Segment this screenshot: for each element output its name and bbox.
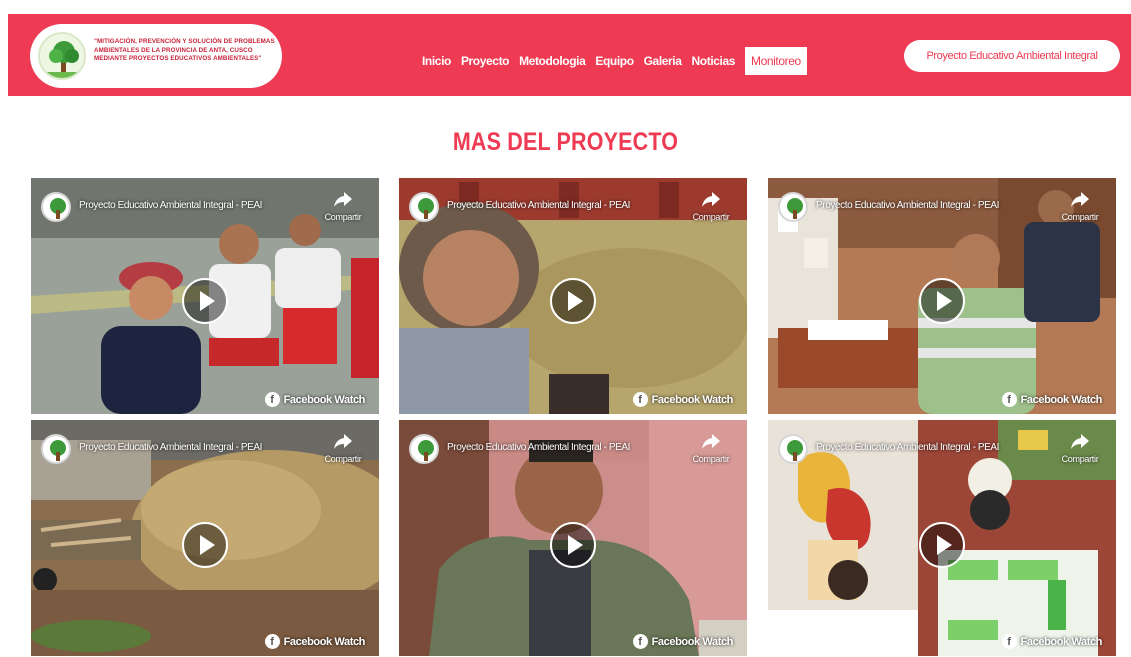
video-card[interactable]: Proyecto Educativo Ambiental Integral - … <box>768 178 1116 414</box>
play-button[interactable] <box>182 278 228 324</box>
facebook-watch-label: Facebook Watch <box>283 393 366 406</box>
share-button[interactable]: Compartir <box>319 432 367 464</box>
play-button[interactable] <box>550 522 596 568</box>
video-card[interactable]: Proyecto Educativo Ambiental Integral - … <box>768 420 1116 656</box>
site-logo[interactable]: "MITIGACIÓN, PREVENCIÓN Y SOLUCIÓN DE PR… <box>30 24 282 88</box>
facebook-watch-label: Facebook Watch <box>283 635 366 648</box>
share-arrow-icon <box>334 192 352 207</box>
video-card[interactable]: Proyecto Educativo Ambiental Integral - … <box>399 420 747 656</box>
page-name-link[interactable]: Proyecto Educativo Ambiental Integral - … <box>79 200 262 211</box>
page-avatar-icon[interactable] <box>778 434 808 464</box>
share-label: Compartir <box>324 454 362 464</box>
brand-pill-button[interactable]: Proyecto Educativo Ambiental Integral <box>904 40 1120 72</box>
logo-title: "MITIGACIÓN, PREVENCIÓN Y SOLUCIÓN DE PR… <box>94 38 275 62</box>
share-button[interactable]: Compartir <box>319 190 367 222</box>
share-arrow-icon <box>334 434 352 449</box>
page-name-link[interactable]: Proyecto Educativo Ambiental Integral - … <box>816 200 999 211</box>
page-avatar-icon[interactable] <box>409 434 439 464</box>
share-label: Compartir <box>1061 212 1099 222</box>
share-button[interactable]: Compartir <box>687 432 735 464</box>
share-arrow-icon <box>1071 192 1089 207</box>
nav-item-proyecto[interactable]: Proyecto <box>461 47 510 75</box>
video-card[interactable]: Proyecto Educativo Ambiental Integral - … <box>31 420 379 656</box>
facebook-icon: f <box>264 392 280 407</box>
nav-item-metodologia[interactable]: Metodologia <box>519 47 586 75</box>
play-button[interactable] <box>550 278 596 324</box>
play-button[interactable] <box>919 278 965 324</box>
share-button[interactable]: Compartir <box>1056 190 1104 222</box>
facebook-watch-link[interactable]: f Facebook Watch <box>1001 634 1103 649</box>
page-avatar-icon[interactable] <box>778 192 808 222</box>
facebook-watch-link[interactable]: f Facebook Watch <box>632 634 734 649</box>
main-nav: Inicio Proyecto Metodologia Equipo Galer… <box>422 47 817 75</box>
facebook-watch-link[interactable]: f Facebook Watch <box>264 634 366 649</box>
play-button[interactable] <box>919 522 965 568</box>
share-arrow-icon <box>702 192 720 207</box>
share-label: Compartir <box>324 212 362 222</box>
nav-item-monitoreo[interactable]: Monitoreo <box>745 47 807 75</box>
page-name-link[interactable]: Proyecto Educativo Ambiental Integral - … <box>447 200 630 211</box>
page-name-link[interactable]: Proyecto Educativo Ambiental Integral - … <box>816 442 999 453</box>
section-title: MAS DEL PROYECTO <box>452 128 679 156</box>
play-button[interactable] <box>182 522 228 568</box>
facebook-icon: f <box>1001 392 1017 407</box>
facebook-icon: f <box>632 634 648 649</box>
page-avatar-icon[interactable] <box>41 192 71 222</box>
nav-item-equipo[interactable]: Equipo <box>595 47 634 75</box>
facebook-icon: f <box>1001 634 1017 649</box>
page-name-link[interactable]: Proyecto Educativo Ambiental Integral - … <box>79 442 262 453</box>
facebook-watch-label: Facebook Watch <box>651 393 734 406</box>
facebook-watch-link[interactable]: f Facebook Watch <box>632 392 734 407</box>
share-label: Compartir <box>1061 454 1099 464</box>
share-button[interactable]: Compartir <box>687 190 735 222</box>
facebook-watch-link[interactable]: f Facebook Watch <box>264 392 366 407</box>
facebook-watch-label: Facebook Watch <box>1020 393 1103 406</box>
site-header: "MITIGACIÓN, PREVENCIÓN Y SOLUCIÓN DE PR… <box>8 14 1131 96</box>
video-card[interactable]: Proyecto Educativo Ambiental Integral - … <box>31 178 379 414</box>
nav-item-noticias[interactable]: Noticias <box>692 47 736 75</box>
video-card[interactable]: Proyecto Educativo Ambiental Integral - … <box>399 178 747 414</box>
share-arrow-icon <box>1071 434 1089 449</box>
share-button[interactable]: Compartir <box>1056 432 1104 464</box>
page-name-link[interactable]: Proyecto Educativo Ambiental Integral - … <box>447 442 630 453</box>
nav-item-inicio[interactable]: Inicio <box>422 47 451 75</box>
facebook-watch-label: Facebook Watch <box>651 635 734 648</box>
share-label: Compartir <box>692 212 730 222</box>
page-avatar-icon[interactable] <box>409 192 439 222</box>
page-avatar-icon[interactable] <box>41 434 71 464</box>
facebook-watch-link[interactable]: f Facebook Watch <box>1001 392 1103 407</box>
facebook-icon: f <box>264 634 280 649</box>
facebook-icon: f <box>632 392 648 407</box>
share-arrow-icon <box>702 434 720 449</box>
nav-item-galeria[interactable]: Galeria <box>644 47 682 75</box>
share-label: Compartir <box>692 454 730 464</box>
facebook-watch-label: Facebook Watch <box>1020 635 1103 648</box>
tree-logo-icon <box>38 32 86 80</box>
